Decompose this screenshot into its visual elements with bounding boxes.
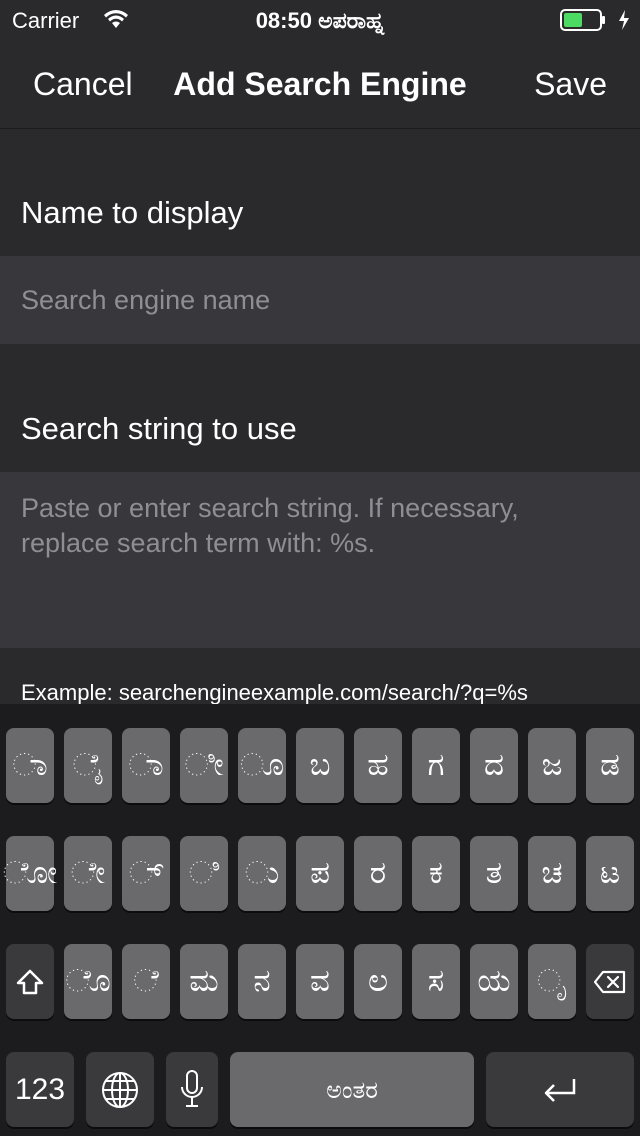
search-string-input[interactable]: Paste or enter search string. If necessa… [0,472,640,648]
key-label: ಜ [541,747,563,783]
key-row3-9[interactable]: ೃ [528,944,576,1019]
space-key-label: ಅಂತರ [326,1075,378,1104]
key-label: ಬ [309,747,331,783]
navigation-bar: Cancel Add Search Engine Save [0,40,640,129]
key-label: ೀ [184,747,224,783]
key-row2-4[interactable]: ಿ [180,836,228,911]
key-row2-1[interactable]: ೋ [2,836,58,911]
key-row2-10[interactable]: ಚ [528,836,576,911]
key-row2-9[interactable]: ತ [470,836,518,911]
shift-key[interactable] [6,944,54,1019]
numbers-key-label: 123 [14,1072,66,1106]
key-row2-7[interactable]: ರ [354,836,402,911]
key-label: ನ [253,963,271,999]
key-row1-4[interactable]: ೀ [180,728,228,803]
battery-icon [560,9,605,31]
search-string-section-label: Search string to use [21,411,297,446]
save-button[interactable]: Save [534,66,607,103]
key-label: ಟ [599,855,621,891]
return-icon [540,1076,580,1104]
globe-key[interactable] [86,1052,154,1127]
key-row2-2[interactable]: ೇ [64,836,112,911]
key-label: ಡ [600,747,620,783]
return-key[interactable] [486,1052,634,1127]
clock: 08:50 ಅಪರಾಹ್ನ [255,8,385,33]
charging-icon [617,9,631,36]
key-label: ಾ [128,747,164,783]
globe-icon [100,1070,140,1110]
key-label: ೃ [536,963,568,999]
key-row1-9[interactable]: ದ [470,728,518,803]
key-row2-6[interactable]: ಪ [296,836,344,911]
key-label: ೆ [133,963,159,999]
key-row3-6[interactable]: ಲ [354,944,402,1019]
key-row1-3[interactable]: ಾ [122,728,170,803]
key-label: ಗ [427,747,445,783]
key-label: ೇ [70,855,106,891]
key-label: ೂ [239,747,285,783]
key-row1-11[interactable]: ಡ [586,728,634,803]
key-label: ೈ [72,747,104,783]
key-row1-10[interactable]: ಜ [528,728,576,803]
key-label: ಮ [189,963,219,999]
kannada-keyboard: ಾ ೈ ಾ ೀ ೂ ಬ ಹ ಗ ದ ಜ ಡ ೋ ೇ ್ ಿ ು ಪ ರ ಕ ತ … [0,704,640,1136]
status-bar: Carrier 08:50 ಅಪರಾಹ್ನ [0,0,640,40]
key-row1-2[interactable]: ೈ [64,728,112,803]
key-row1-1[interactable]: ಾ [6,728,54,803]
key-label: ಲ [367,963,389,999]
key-row2-3[interactable]: ್ [122,836,170,911]
key-row2-11[interactable]: ಟ [586,836,634,911]
microphone-icon [179,1069,205,1111]
key-label: ಕ [429,855,443,891]
delete-icon [593,970,627,994]
key-label: ಯ [477,963,511,999]
delete-key[interactable] [586,944,634,1019]
search-engine-name-input[interactable]: Search engine name [0,256,640,344]
key-row2-8[interactable]: ಕ [412,836,460,911]
key-label: ಾ [12,747,48,783]
key-row2-5[interactable]: ು [238,836,286,911]
key-row3-2[interactable]: ೆ [122,944,170,1019]
key-row3-8[interactable]: ಯ [470,944,518,1019]
key-label: ವ [310,963,330,999]
dictation-key[interactable] [166,1052,218,1127]
search-string-placeholder: Paste or enter search string. If necessa… [21,493,519,558]
key-label: ್ [128,855,164,891]
space-key[interactable]: ಅಂತರ [230,1052,474,1127]
numbers-key[interactable]: 123 [6,1052,74,1127]
key-row3-3[interactable]: ಮ [180,944,228,1019]
shift-icon [15,968,45,996]
key-row3-7[interactable]: ಸ [412,944,460,1019]
key-label: ತ [485,855,503,891]
search-engine-name-placeholder: Search engine name [21,285,271,315]
key-label: ಹ [367,747,389,783]
key-label: ರ [369,855,387,891]
key-label: ದ [483,747,505,783]
key-label: ೋ [2,855,58,891]
key-label: ಸ [427,963,445,999]
example-text: Example: searchengineexample.com/search/… [21,680,528,705]
name-section-label: Name to display [21,195,244,230]
key-label: ಿ [188,855,220,891]
key-row3-1[interactable]: ೊ [64,944,112,1019]
key-label: ಪ [310,855,330,891]
key-label: ು [244,855,280,891]
key-label: ಚ [541,855,563,891]
key-row3-4[interactable]: ನ [238,944,286,1019]
key-label: ೊ [65,963,111,999]
key-row1-5[interactable]: ೂ [238,728,286,803]
key-row3-5[interactable]: ವ [296,944,344,1019]
key-row1-7[interactable]: ಹ [354,728,402,803]
key-row1-8[interactable]: ಗ [412,728,460,803]
key-row1-6[interactable]: ಬ [296,728,344,803]
